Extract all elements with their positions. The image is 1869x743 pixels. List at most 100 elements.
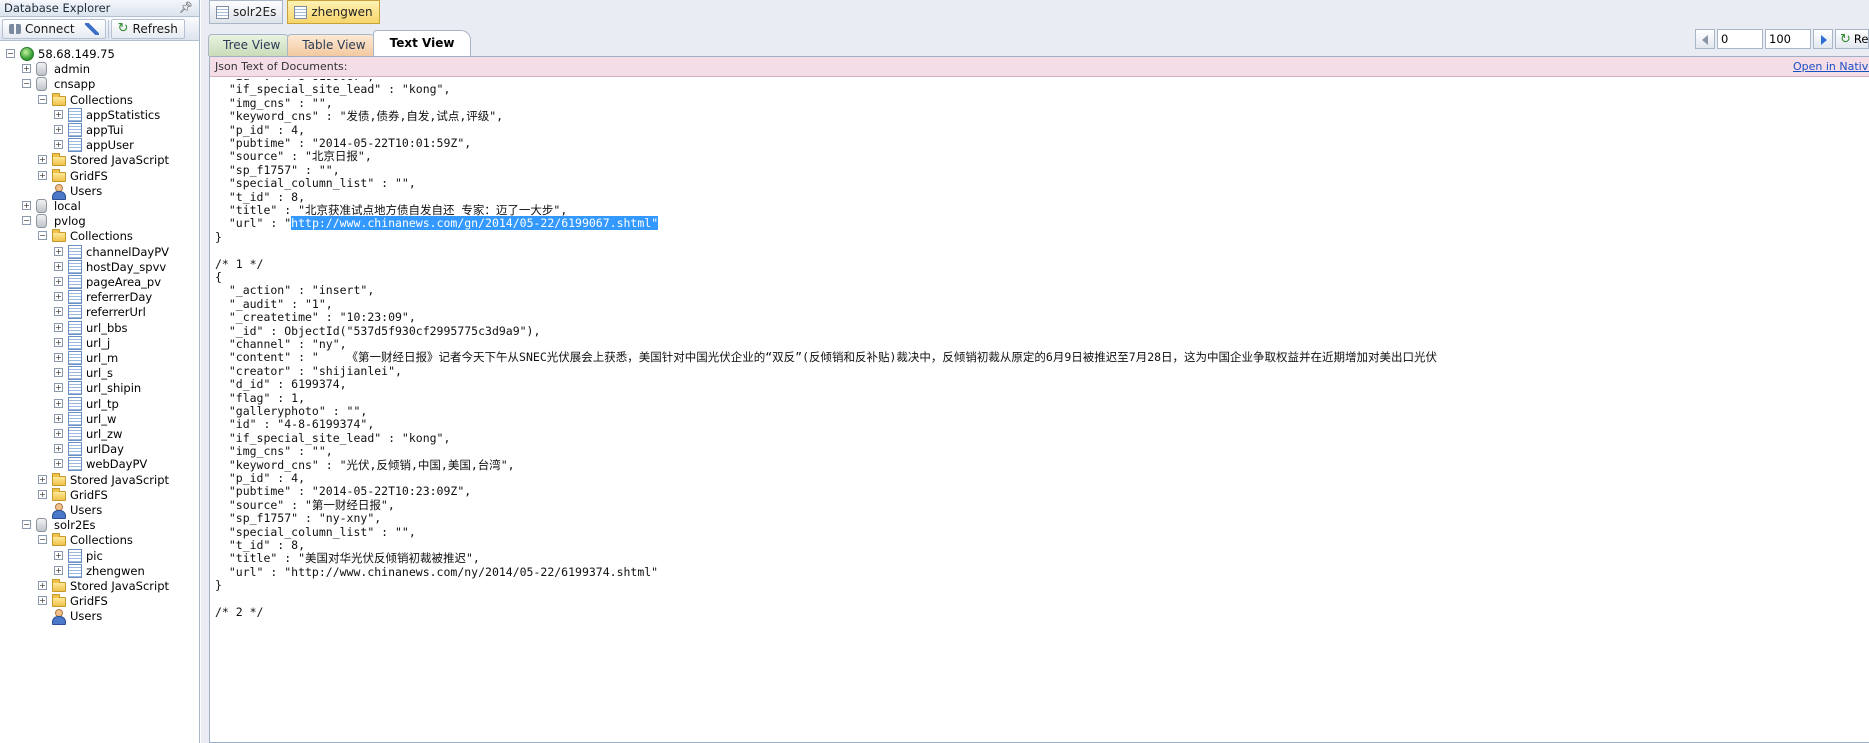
tab-text-view[interactable]: Text View <box>372 30 472 56</box>
connect-button[interactable]: Connect <box>2 18 106 39</box>
json-line-text: "if_special_site_lead" : "kong", <box>215 82 451 97</box>
expand-icon[interactable]: + <box>54 368 63 378</box>
collection-icon <box>68 259 82 274</box>
folder-icon <box>52 92 66 106</box>
expand-icon[interactable]: + <box>22 64 31 74</box>
expand-icon[interactable]: + <box>22 201 31 210</box>
expand-icon[interactable]: + <box>54 444 63 454</box>
expand-icon[interactable]: + <box>54 322 63 332</box>
expand-icon[interactable]: + <box>54 125 63 134</box>
expand-icon[interactable]: + <box>54 277 63 286</box>
collection-icon <box>68 320 82 335</box>
limit-input[interactable] <box>1765 29 1811 49</box>
refresh-documents-button[interactable]: ↻ Re <box>1835 29 1869 49</box>
pin-icon[interactable]: 📌︎ <box>179 0 193 16</box>
expand-icon[interactable]: + <box>54 383 63 393</box>
json-line: "special_column_list" : "", <box>215 176 416 190</box>
collapse-icon[interactable]: − <box>38 231 47 241</box>
json-line-text: "img_cns" : "", <box>215 444 333 459</box>
folder-icon <box>52 487 66 501</box>
expand-icon[interactable]: + <box>54 109 63 119</box>
collapse-icon[interactable]: − <box>22 79 31 89</box>
json-line: "content" : " 《第一财经日报》记者今天下午从SNEC光伏展会上获悉… <box>215 350 1437 364</box>
database-icon <box>36 62 47 77</box>
server-icon <box>20 47 34 61</box>
panel-title: Database Explorer <box>4 1 111 15</box>
expand-icon[interactable]: + <box>54 429 63 438</box>
expand-icon[interactable]: + <box>54 459 63 469</box>
expand-icon[interactable]: + <box>38 581 47 590</box>
expand-icon[interactable]: + <box>54 550 63 560</box>
expand-icon[interactable]: + <box>54 292 63 302</box>
json-line-text: "pubtime" : "2014-05-22T10:23:09Z", <box>215 484 472 499</box>
json-line: "if_special_site_lead" : "kong", <box>215 431 451 445</box>
expand-icon[interactable]: + <box>54 337 63 347</box>
folder-icon <box>52 472 66 486</box>
document-tab-zhengwen[interactable]: zhengwen <box>287 0 380 24</box>
json-line: "if_special_site_lead" : "kong", <box>215 82 451 97</box>
refresh-label: Refresh <box>132 21 178 36</box>
collapse-icon[interactable]: − <box>22 520 31 530</box>
collapse-icon[interactable]: − <box>38 535 47 545</box>
expand-icon[interactable]: + <box>38 170 47 180</box>
json-line-text: "_id" : ObjectId("537d5f930cf2995775c3d9… <box>215 323 541 338</box>
collapse-icon[interactable]: − <box>38 94 47 104</box>
expand-icon[interactable]: + <box>54 398 63 408</box>
expand-icon[interactable]: + <box>38 474 47 484</box>
toolbar-separator <box>107 19 109 38</box>
collection-icon <box>68 411 82 426</box>
expand-icon[interactable]: + <box>54 140 63 150</box>
tab-tree-view[interactable]: Tree View <box>208 34 294 56</box>
collection-icon <box>68 381 82 396</box>
json-line: /* 1 */ <box>215 257 263 271</box>
skip-input[interactable] <box>1717 29 1763 49</box>
document-tabs: solr2Es zhengwen <box>209 0 380 24</box>
explorer-toolbar: Connect ↻ Refresh <box>0 17 199 41</box>
json-line-text: "id" : "4-8-6199374", <box>215 417 375 432</box>
expand-icon[interactable]: + <box>54 246 63 256</box>
collection-icon <box>68 427 82 441</box>
json-line-text: "url" : "http://www.chinanews.com/ny/201… <box>215 564 659 579</box>
refresh-button[interactable]: ↻ Refresh <box>110 18 185 39</box>
open-in-native-link[interactable]: Open in Native <box>1793 57 1869 76</box>
json-line: "sp_f1757" : "ny-xny", <box>215 511 381 525</box>
json-line: "title" : "北京获准试点地方债自发自还 专家：迈了一大步", <box>215 203 567 217</box>
next-page-button[interactable] <box>1813 29 1833 49</box>
expand-icon[interactable]: + <box>38 155 47 165</box>
json-text-area[interactable]: "id" : "4-8-6199067", "if_special_site_l… <box>210 79 1869 742</box>
tab-table-view[interactable]: Table View <box>287 34 379 56</box>
expand-icon[interactable]: + <box>54 413 63 423</box>
json-line: /* 2 */ <box>215 605 263 619</box>
json-line-text: "keyword_cns" : "光伏,反倾销,中国,美国,台湾", <box>215 457 515 472</box>
folder-icon <box>52 153 66 167</box>
json-line: "p_id" : 4, <box>215 471 305 485</box>
expand-icon[interactable]: + <box>54 353 63 362</box>
collapse-icon[interactable]: − <box>22 216 31 226</box>
expand-icon[interactable]: + <box>54 261 63 271</box>
collapse-icon[interactable]: − <box>6 49 15 58</box>
tree-item-label: Users <box>70 609 103 624</box>
json-line: "_audit" : "1", <box>215 297 333 311</box>
arrow-left-icon <box>1702 35 1708 45</box>
tree-item-users[interactable]: Users <box>0 607 199 626</box>
plug-connect-icon <box>84 22 99 35</box>
expand-icon[interactable]: + <box>54 565 63 575</box>
database-icon <box>36 214 47 229</box>
collection-icon <box>68 396 82 411</box>
collection-icon <box>68 138 82 153</box>
document-tab-solr2es[interactable]: solr2Es <box>209 0 284 24</box>
expand-icon[interactable]: + <box>38 596 47 606</box>
expand-icon[interactable]: + <box>54 307 63 317</box>
json-line-text: "special_column_list" : "", <box>215 176 416 191</box>
previous-page-button[interactable] <box>1695 29 1715 49</box>
json-line-text: "sp_f1757" : "", <box>215 162 340 177</box>
expand-icon[interactable]: + <box>38 489 47 499</box>
database-icon <box>36 518 47 533</box>
json-line: "id" : "4-8-6199374", <box>215 417 374 431</box>
json-line: "sp_f1757" : "", <box>215 163 340 177</box>
json-line-text: "url" : " <box>215 216 292 231</box>
json-line-text: "pubtime" : "2014-05-22T10:01:59Z", <box>215 136 472 150</box>
json-line-text: "source" : "北京日报", <box>215 149 372 164</box>
json-line: "_createtime" : "10:23:09", <box>215 310 416 324</box>
json-line: "url" : "http://www.chinanews.com/gn/201… <box>215 216 659 231</box>
